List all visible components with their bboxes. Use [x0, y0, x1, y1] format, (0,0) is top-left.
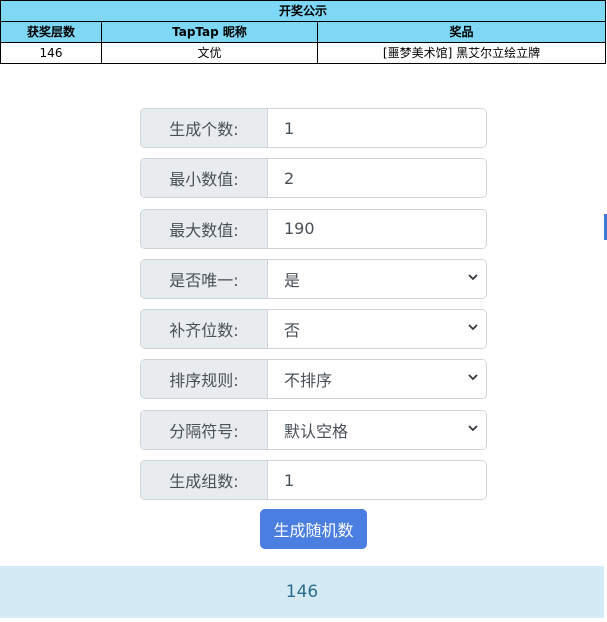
chevron-down-icon — [468, 274, 478, 281]
cell-prize: [噩梦美术馆] 黑艾尔立绘立牌 — [316, 42, 607, 64]
field-min-row: 最小数值: 2 — [140, 158, 487, 199]
padding-select[interactable]: 否 — [268, 310, 486, 349]
column-header-nickname: TapTap 昵称 — [101, 21, 318, 43]
min-value-input-value: 2 — [284, 168, 295, 188]
field-separator-label: 分隔符号: — [141, 410, 268, 449]
table-title: 开奖公示 — [0, 0, 607, 22]
sort-select-value: 不排序 — [284, 371, 333, 391]
column-header-prize: 奖品 — [316, 21, 607, 43]
prize-announcement-table: 开奖公示 获奖层数 TapTap 昵称 奖品 146 文优 [噩梦美术馆] 黑艾… — [0, 0, 607, 64]
cell-floor: 146 — [0, 42, 102, 64]
field-groups-row: 生成组数: 1 — [140, 460, 487, 501]
column-header-floor: 获奖层数 — [0, 21, 102, 43]
field-count-row: 生成个数: 1 — [140, 108, 487, 148]
field-unique-row: 是否唯一: 是 — [140, 258, 487, 299]
count-input[interactable]: 1 — [268, 109, 486, 147]
page: 开奖公示 获奖层数 TapTap 昵称 奖品 146 文优 [噩梦美术馆] 黑艾… — [0, 0, 607, 622]
table-title-row: 开奖公示 — [0, 0, 607, 22]
min-value-input[interactable]: 2 — [268, 159, 486, 198]
separator-select-value: 默认空格 — [284, 421, 349, 441]
chevron-down-icon — [468, 425, 478, 432]
result-display: 146 — [0, 566, 604, 618]
separator-select[interactable]: 默认空格 — [268, 410, 486, 449]
random-number-form: 生成个数: 1 最小数值: 2 最大数值: 190 是否唯一: 是 补齐位数: … — [140, 108, 487, 510]
unique-select-value: 是 — [284, 270, 301, 290]
count-input-value: 1 — [284, 118, 295, 138]
field-groups-label: 生成组数: — [141, 461, 268, 500]
field-min-label: 最小数值: — [141, 159, 268, 198]
field-separator-row: 分隔符号: 默认空格 — [140, 409, 487, 450]
table-row: 146 文优 [噩梦美术馆] 黑艾尔立绘立牌 — [0, 42, 607, 64]
table-header-row: 获奖层数 TapTap 昵称 奖品 — [0, 21, 607, 43]
padding-select-value: 否 — [284, 321, 301, 341]
field-max-label: 最大数值: — [141, 209, 268, 248]
max-value-input[interactable]: 190 — [268, 209, 486, 248]
generate-random-button[interactable]: 生成随机数 — [260, 509, 367, 549]
chevron-down-icon — [468, 374, 478, 381]
field-max-row: 最大数值: 190 — [140, 208, 487, 249]
sort-select[interactable]: 不排序 — [268, 360, 486, 399]
groups-input[interactable]: 1 — [268, 461, 486, 500]
unique-select[interactable]: 是 — [268, 259, 486, 298]
field-unique-label: 是否唯一: — [141, 259, 268, 298]
field-count-label: 生成个数: — [141, 109, 268, 147]
field-sort-label: 排序规则: — [141, 360, 268, 399]
field-padding-label: 补齐位数: — [141, 310, 268, 349]
chevron-down-icon — [468, 324, 478, 331]
result-value: 146 — [285, 582, 319, 602]
groups-input-value: 1 — [284, 470, 295, 490]
max-value-input-value: 190 — [284, 219, 315, 239]
field-sort-row: 排序规则: 不排序 — [140, 359, 487, 400]
cell-nickname: 文优 — [101, 42, 318, 64]
field-padding-row: 补齐位数: 否 — [140, 309, 487, 350]
